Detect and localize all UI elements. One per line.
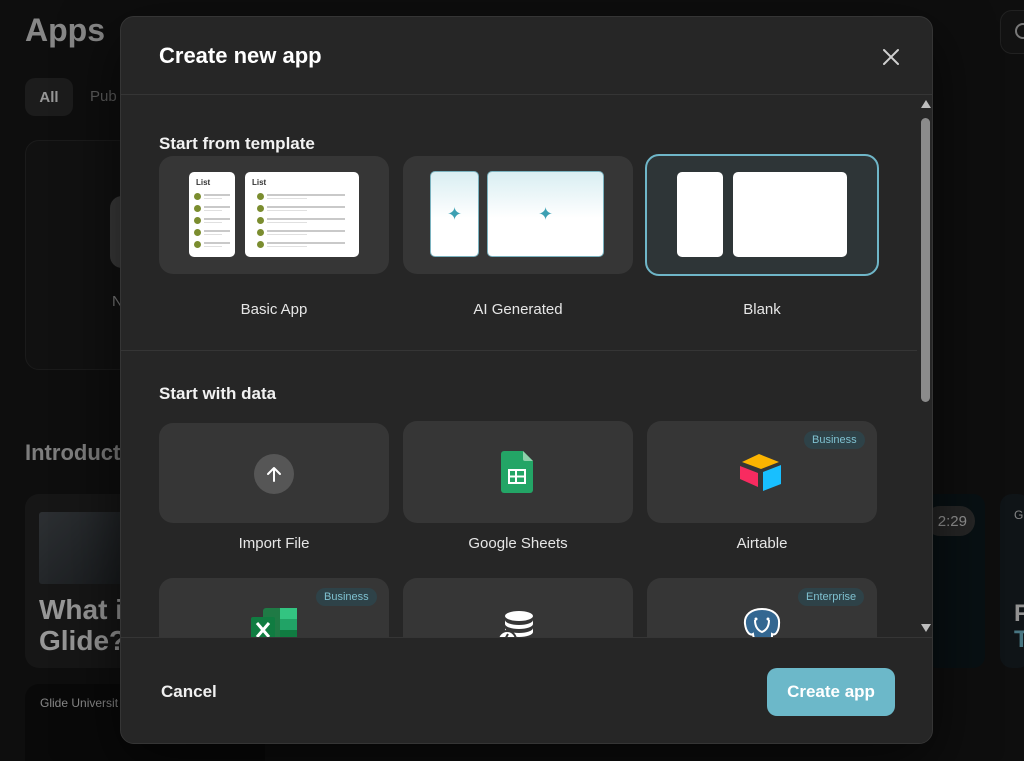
- source-import-file[interactable]: [159, 423, 389, 523]
- ai-preview-desktop: ✦: [487, 171, 604, 257]
- scroll-thumb[interactable]: [921, 118, 930, 402]
- close-button[interactable]: [877, 43, 905, 71]
- template-section-title: Start from template: [159, 134, 315, 153]
- create-app-dialog: Create new app Start from template List …: [120, 16, 933, 744]
- business-badge: Business: [316, 588, 377, 606]
- database-icon: [497, 611, 533, 637]
- create-app-button[interactable]: Create app: [767, 668, 895, 716]
- dialog-scrollbar[interactable]: [918, 96, 932, 637]
- source-google-sheets-label: Google Sheets: [468, 535, 568, 552]
- dialog-body: Start from template List List Basic App: [121, 96, 917, 637]
- data-section-title: Start with data: [159, 384, 277, 403]
- business-badge: Business: [804, 431, 865, 449]
- source-database[interactable]: [403, 578, 633, 637]
- preview-list-label: List: [196, 178, 211, 187]
- template-blank-label: Blank: [743, 301, 781, 318]
- airtable-icon: [740, 454, 781, 491]
- postgresql-icon: [743, 607, 781, 637]
- preview-list-label-wide: List: [252, 178, 267, 187]
- blank-preview-phone: [677, 172, 723, 257]
- source-airtable[interactable]: Business: [647, 421, 877, 523]
- sparkle-icon: ✦: [538, 204, 554, 224]
- scroll-up-arrow-icon[interactable]: [921, 100, 931, 108]
- source-excel[interactable]: Business: [159, 578, 389, 637]
- template-basic-app-label: Basic App: [240, 301, 308, 318]
- blank-preview-desktop: [733, 172, 847, 257]
- cancel-button[interactable]: Cancel: [161, 682, 217, 702]
- microsoft-excel-icon: [251, 608, 297, 637]
- google-sheets-icon: [501, 451, 533, 493]
- template-ai-generated-label: AI Generated: [473, 301, 563, 318]
- source-airtable-label: Airtable: [736, 535, 788, 552]
- upload-icon: [254, 454, 294, 494]
- basic-preview-desktop: List: [245, 172, 359, 257]
- sparkle-icon: ✦: [447, 204, 463, 224]
- section-divider: [121, 350, 917, 351]
- dialog-footer: Cancel Create app: [121, 637, 932, 743]
- source-import-file-label: Import File: [238, 535, 310, 552]
- source-google-sheets[interactable]: [403, 421, 633, 523]
- template-blank[interactable]: [645, 154, 879, 276]
- dialog-title: Create new app: [159, 43, 322, 68]
- enterprise-badge: Enterprise: [798, 588, 865, 606]
- template-ai-generated[interactable]: ✦ ✦: [403, 156, 633, 274]
- ai-preview-phone: ✦: [430, 171, 479, 257]
- source-postgresql[interactable]: Enterprise: [647, 578, 877, 637]
- dialog-header: Create new app: [121, 17, 932, 95]
- template-basic-app[interactable]: List List: [159, 156, 389, 274]
- basic-preview-phone: List: [189, 172, 235, 257]
- close-icon: [883, 49, 899, 65]
- scroll-down-arrow-icon[interactable]: [921, 624, 931, 632]
